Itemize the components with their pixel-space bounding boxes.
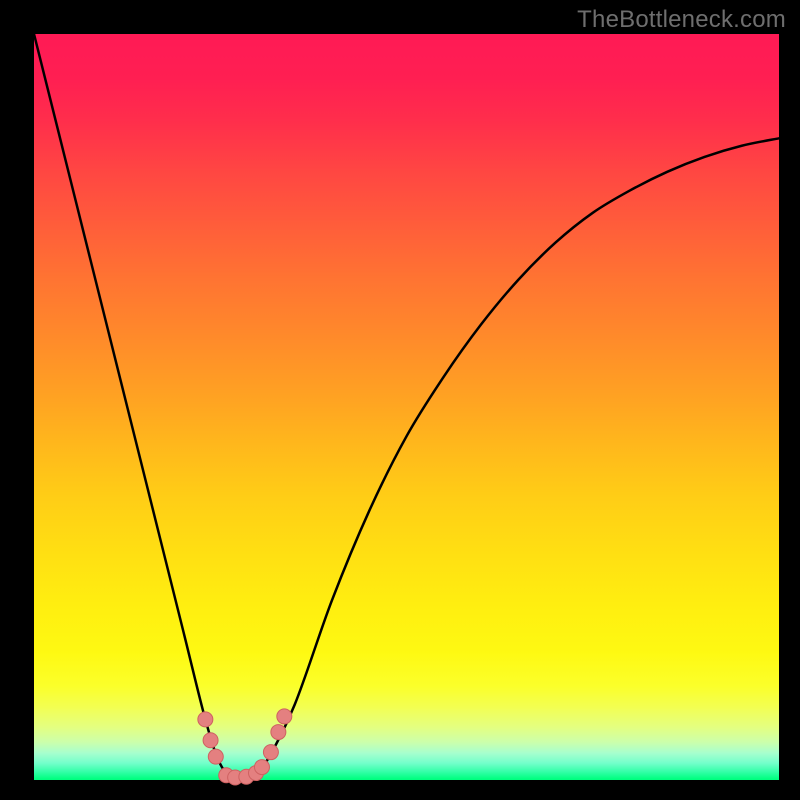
chart-frame: TheBottleneck.com	[0, 0, 800, 800]
curve-marker	[203, 733, 218, 748]
curve-marker	[254, 760, 269, 775]
curve-markers	[198, 709, 292, 785]
curve-marker	[271, 725, 286, 740]
curve-marker	[277, 709, 292, 724]
plot-area	[34, 34, 779, 779]
curve-marker	[198, 712, 213, 727]
curve-layer	[34, 34, 779, 779]
watermark-text: TheBottleneck.com	[577, 6, 786, 34]
curve-marker	[263, 745, 278, 760]
bottleneck-curve	[34, 34, 779, 781]
curve-marker	[208, 749, 223, 764]
